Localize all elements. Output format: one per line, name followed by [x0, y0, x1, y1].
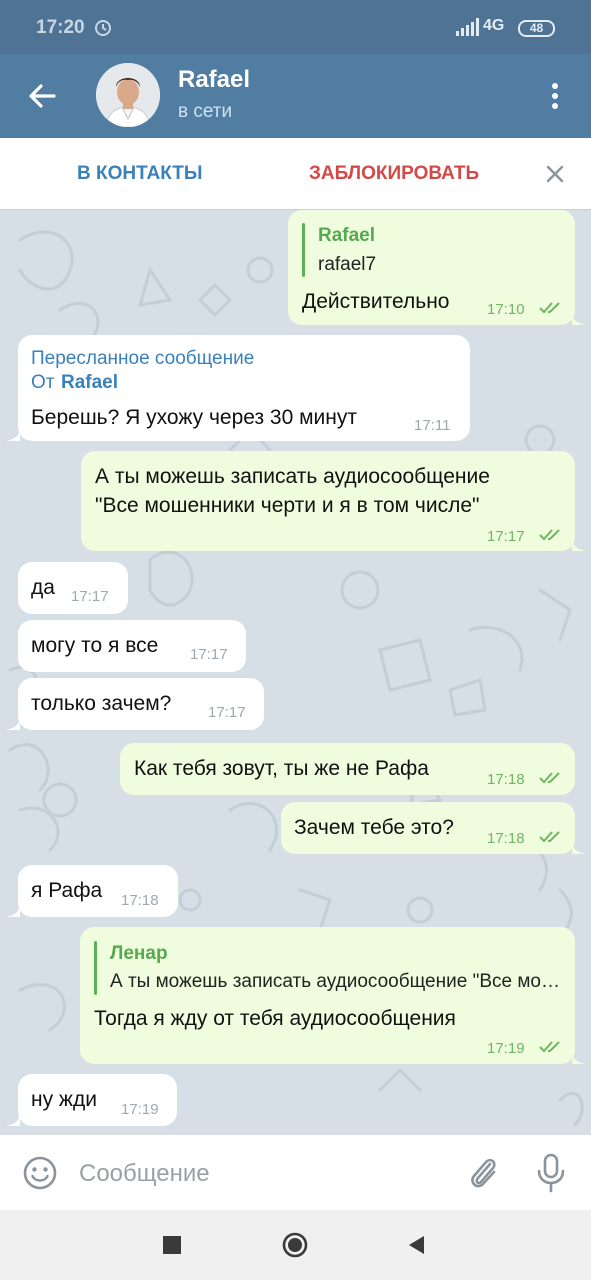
- message-bubble-outgoing[interactable]: А ты можешь записать аудиосообщение "Все…: [81, 451, 575, 551]
- message-text-line-1: А ты можешь записать аудиосообщение: [95, 465, 490, 488]
- message-time: 17:18: [487, 830, 525, 847]
- reply-author: Ленар: [110, 943, 168, 964]
- contact-name[interactable]: Rafael: [178, 66, 250, 94]
- recent-apps-icon[interactable]: [163, 1236, 181, 1254]
- message-bubble-outgoing[interactable]: Зачем тебе это? 17:18: [281, 802, 575, 854]
- message-text: да: [31, 576, 55, 599]
- read-receipt-icon: [539, 529, 560, 541]
- alarm-icon: [95, 20, 111, 36]
- forwarded-from-prefix: От: [31, 372, 55, 393]
- chat-header: Rafael в сети: [0, 54, 591, 138]
- message-time: 17:17: [71, 588, 109, 605]
- message-time: 17:17: [190, 646, 228, 663]
- home-icon[interactable]: [282, 1232, 308, 1258]
- message-text: Тогда я жду от тебя аудиосообщения: [94, 1007, 456, 1030]
- message-bubble-incoming[interactable]: ну жди 17:19: [18, 1074, 177, 1126]
- message-composer: Сообщение: [0, 1134, 591, 1210]
- message-bubble-incoming[interactable]: Пересланное сообщение От Rafael Берешь? …: [18, 335, 470, 441]
- bubble-tail: [6, 427, 20, 441]
- reply-quote-bar: [94, 941, 97, 995]
- status-time: 17:20: [36, 17, 85, 38]
- signal-icon: [456, 18, 479, 36]
- add-contact-button[interactable]: В КОНТАКТЫ: [77, 163, 203, 185]
- avatar[interactable]: [96, 63, 160, 127]
- message-bubble-incoming[interactable]: могу то я все 17:17: [18, 620, 246, 672]
- system-navigation-bar: [0, 1210, 591, 1280]
- message-time: 17:17: [487, 528, 525, 545]
- message-input[interactable]: Сообщение: [79, 1160, 210, 1188]
- reply-text: rafael7: [318, 254, 377, 275]
- message-time: 17:18: [121, 892, 159, 909]
- microphone-icon[interactable]: [536, 1153, 566, 1193]
- message-text: я Рафа: [31, 879, 103, 902]
- message-time: 17:17: [208, 704, 246, 721]
- new-contact-actions: В КОНТАКТЫ ЗАБЛОКИРОВАТЬ: [0, 138, 591, 210]
- system-back-icon[interactable]: [406, 1234, 426, 1256]
- attach-icon[interactable]: [466, 1155, 500, 1191]
- message-time: 17:19: [487, 1040, 525, 1057]
- avatar-photo: [96, 63, 160, 127]
- message-time: 17:19: [121, 1101, 159, 1118]
- back-arrow-icon[interactable]: [24, 78, 60, 114]
- bubble-tail: [6, 716, 20, 730]
- message-bubble-incoming[interactable]: да 17:17: [18, 562, 128, 614]
- forwarded-label: Пересланное сообщение: [31, 348, 255, 369]
- bubble-tail: [572, 537, 586, 551]
- reply-text: А ты можешь записать аудиосообщение "Все…: [110, 971, 560, 992]
- message-text: Берешь? Я ухожу через 30 минут: [31, 406, 358, 429]
- message-time: 17:10: [487, 301, 525, 318]
- status-bar: 17:20 4G 48: [0, 0, 591, 54]
- block-button[interactable]: ЗАБЛОКИРОВАТЬ: [309, 163, 479, 185]
- bubble-tail: [6, 1112, 20, 1126]
- forwarded-from-name[interactable]: Rafael: [61, 372, 118, 394]
- message-bubble-outgoing[interactable]: Rafael rafael7 Действительно 17:10: [288, 210, 575, 325]
- bubble-tail: [572, 840, 586, 854]
- message-text: ну жди: [31, 1088, 97, 1111]
- message-text: Действительно: [302, 290, 450, 313]
- message-bubble-outgoing[interactable]: Ленар А ты можешь записать аудиосообщени…: [80, 927, 575, 1064]
- bubble-tail: [6, 903, 20, 917]
- read-receipt-icon: [539, 1041, 560, 1053]
- message-bubble-incoming[interactable]: только зачем? 17:17: [18, 678, 264, 730]
- message-text: Как тебя зовут, ты же не Рафа: [134, 757, 429, 780]
- read-receipt-icon: [539, 302, 560, 314]
- message-time: 17:18: [487, 771, 525, 788]
- bubble-tail: [572, 1050, 586, 1064]
- network-type: 4G: [483, 17, 505, 34]
- message-text-line-2: "Все мошенники черти и я в том числе": [95, 494, 480, 517]
- message-text: Зачем тебе это?: [294, 816, 454, 839]
- message-list[interactable]: Rafael rafael7 Действительно 17:10 Перес…: [0, 210, 591, 1134]
- message-bubble-incoming[interactable]: я Рафа 17:18: [18, 865, 178, 917]
- emoji-icon[interactable]: [22, 1155, 58, 1191]
- message-text: только зачем?: [31, 692, 172, 715]
- more-options-icon[interactable]: [540, 78, 570, 114]
- battery-icon: 48: [518, 20, 555, 37]
- message-bubble-outgoing[interactable]: Как тебя зовут, ты же не Рафа 17:18: [120, 743, 575, 795]
- reply-author: Rafael: [318, 225, 376, 246]
- read-receipt-icon: [539, 772, 560, 784]
- close-icon[interactable]: [545, 164, 565, 184]
- bubble-tail: [572, 311, 586, 325]
- message-text: могу то я все: [31, 634, 159, 657]
- reply-quote-bar: [302, 223, 305, 277]
- read-receipt-icon: [539, 831, 560, 843]
- message-time: 17:11: [414, 417, 451, 434]
- contact-status: в сети: [178, 101, 233, 122]
